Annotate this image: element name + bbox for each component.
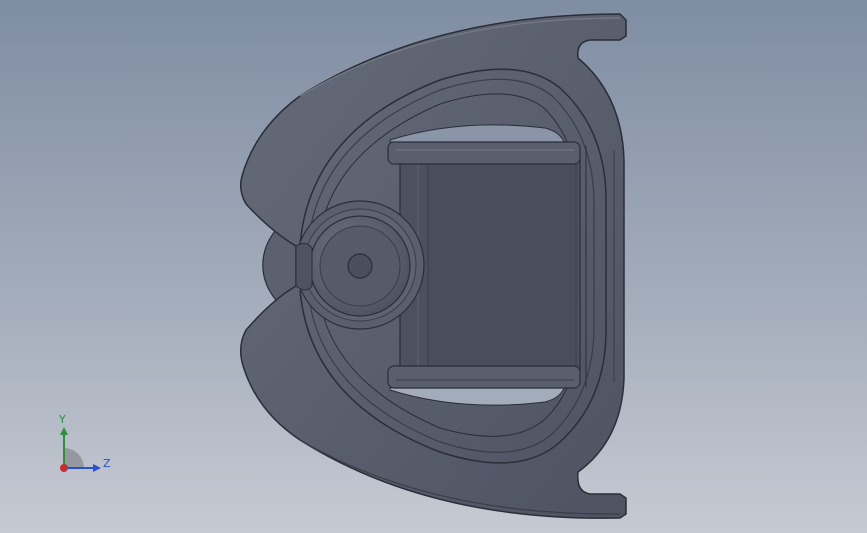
graphics-viewport[interactable]: Y Z: [0, 0, 867, 533]
x-axis-origin-icon: [60, 464, 68, 472]
boss-hole[interactable]: [347, 253, 373, 279]
y-axis-arrow-icon: [60, 427, 68, 435]
y-axis-label: Y: [59, 413, 66, 426]
top-rail[interactable]: [387, 141, 581, 165]
z-axis-label: Z: [103, 457, 111, 470]
view-triad: Y Z: [52, 410, 122, 480]
bottom-rail[interactable]: [387, 365, 581, 389]
boss-notch: [295, 242, 313, 291]
part-model[interactable]: [0, 0, 867, 533]
center-block-face: [427, 163, 577, 367]
triad-quarter-disc-icon: [64, 448, 84, 468]
z-axis-arrow-icon: [93, 464, 101, 472]
